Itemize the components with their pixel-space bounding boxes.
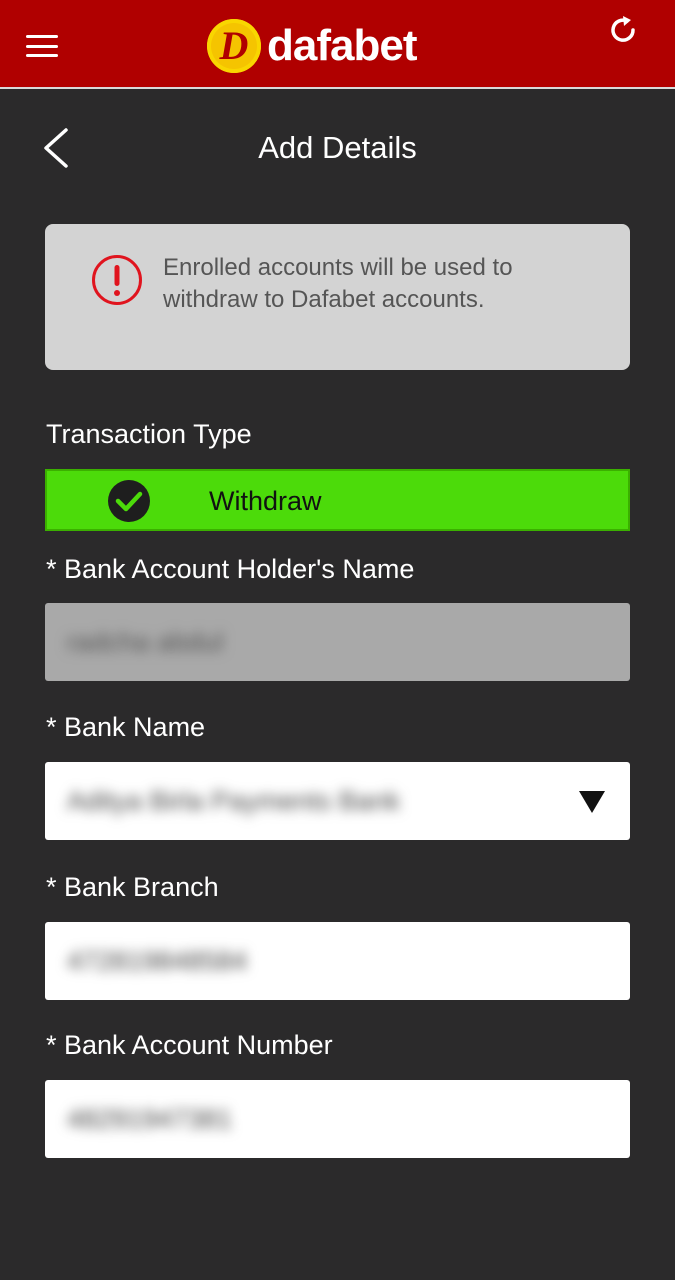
refresh-icon[interactable]	[605, 12, 641, 48]
bank-branch-input[interactable]: 472819848584	[45, 922, 630, 1000]
info-notice: Enrolled accounts will be used to withdr…	[45, 224, 630, 370]
transaction-type-withdraw-option[interactable]: Withdraw	[45, 469, 630, 531]
withdraw-label: Withdraw	[209, 486, 322, 516]
account-number-input[interactable]: 48291947381	[45, 1080, 630, 1158]
notice-text: Enrolled accounts will be used to withdr…	[163, 254, 513, 313]
page-title: Add Details	[258, 130, 417, 165]
dafabet-logo[interactable]: D dafabet	[207, 18, 417, 74]
top-app-bar: D dafabet	[0, 0, 675, 89]
check-circle-icon	[108, 480, 150, 522]
bank-name-value: Aditya Birla Payments Bank	[67, 786, 401, 816]
logo-text: dafabet	[267, 21, 417, 70]
account-number-label: * Bank Account Number	[46, 1030, 333, 1060]
logo-mark: D	[207, 19, 261, 73]
holder-name-field: radcha abdul	[45, 603, 630, 681]
exclamation-circle-icon	[92, 255, 142, 305]
holder-name-value: radcha abdul	[67, 627, 224, 657]
transaction-type-label: Transaction Type	[46, 419, 252, 449]
account-number-value: 48291947381	[67, 1104, 233, 1134]
holder-name-label: * Bank Account Holder's Name	[46, 554, 415, 584]
bank-name-label: * Bank Name	[46, 712, 206, 742]
bank-name-select[interactable]: Aditya Birla Payments Bank	[45, 762, 630, 840]
hamburger-menu-icon[interactable]	[26, 35, 58, 57]
triangle-down-icon	[579, 791, 605, 813]
page-header: Add Details	[0, 120, 675, 180]
bank-branch-value: 472819848584	[67, 946, 248, 976]
bank-branch-label: * Bank Branch	[46, 872, 219, 902]
